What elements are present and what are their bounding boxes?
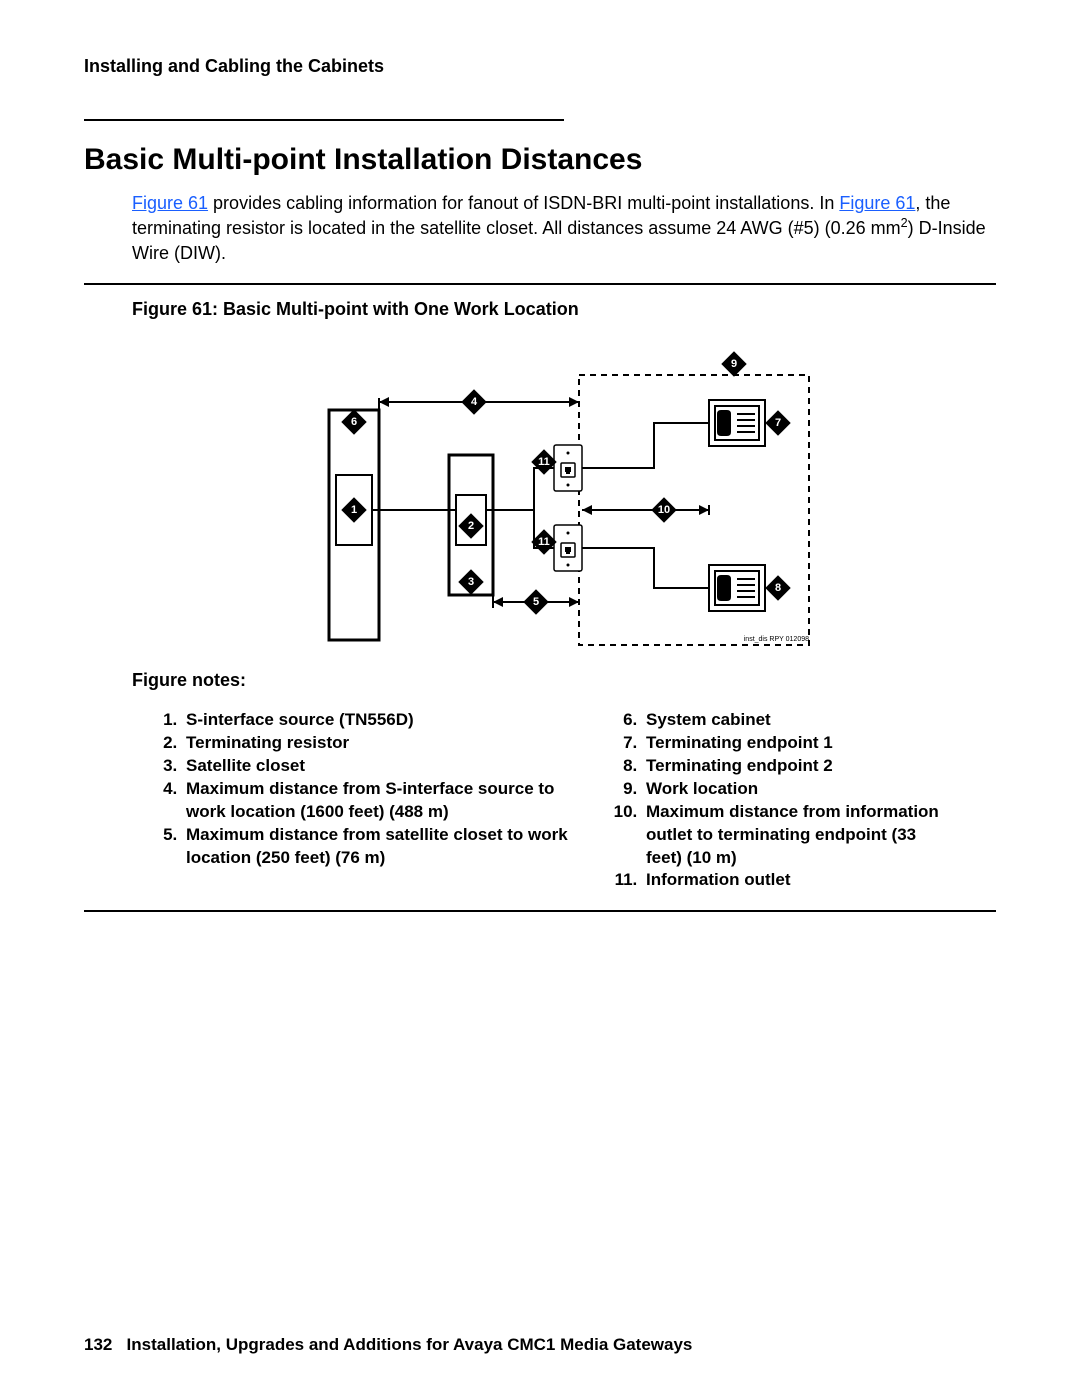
diagram-svg: 6 1 4 2 3 5 11 11 10 9 7 8 inst_dis RPY …	[274, 350, 834, 650]
note-item: System cabinet	[642, 709, 954, 732]
page: Installing and Cabling the Cabinets Basi…	[0, 0, 1080, 1397]
svg-text:4: 4	[471, 396, 478, 408]
callout-8: 8	[765, 575, 790, 600]
long-rule-bottom	[84, 910, 996, 912]
callout-10: 10	[651, 497, 676, 522]
page-number: 132	[84, 1335, 112, 1354]
note-item: Maximum distance from satellite closet t…	[182, 824, 584, 870]
section-title: Basic Multi-point Installation Distances	[84, 143, 996, 177]
svg-text:10: 10	[658, 504, 670, 516]
svg-text:11: 11	[538, 536, 550, 548]
figure-notes-head: Figure notes:	[132, 670, 996, 691]
long-rule-top	[84, 283, 996, 285]
note-item: Terminating endpoint 2	[642, 755, 954, 778]
superscript: 2	[901, 216, 908, 230]
svg-text:5: 5	[533, 596, 539, 608]
note-item: Information outlet	[642, 869, 954, 892]
figure-link[interactable]: Figure 61	[839, 193, 915, 213]
note-item: Satellite closet	[182, 755, 584, 778]
figure-link[interactable]: Figure 61	[132, 193, 208, 213]
callout-5: 5	[523, 589, 548, 614]
footer-title: Installation, Upgrades and Additions for…	[127, 1335, 693, 1354]
outlet-top-icon	[554, 445, 582, 491]
running-head: Installing and Cabling the Cabinets	[84, 56, 996, 77]
svg-text:3: 3	[468, 576, 474, 588]
svg-text:11: 11	[538, 456, 550, 468]
callout-11b: 11	[531, 529, 556, 554]
intro-paragraph: Figure 61 provides cabling information f…	[132, 191, 986, 265]
svg-text:7: 7	[775, 417, 781, 429]
short-rule	[84, 119, 564, 121]
figure-notes: S-interface source (TN556D) Terminating …	[154, 709, 996, 893]
svg-text:9: 9	[731, 358, 737, 370]
figure-credit: inst_dis RPY 012098	[744, 636, 809, 643]
text: provides cabling information for fanout …	[208, 193, 839, 213]
figure-61: 6 1 4 2 3 5 11 11 10 9 7 8 inst_dis RPY …	[274, 350, 834, 650]
note-item: Maximum distance from S-interface source…	[182, 778, 584, 824]
note-item: Terminating endpoint 1	[642, 732, 954, 755]
phone-bottom-icon	[709, 565, 765, 611]
note-item: S-interface source (TN556D)	[182, 709, 584, 732]
notes-left-list: S-interface source (TN556D) Terminating …	[154, 709, 584, 870]
figure-caption: Figure 61: Basic Multi-point with One Wo…	[132, 299, 996, 320]
phone-top-icon	[709, 400, 765, 446]
notes-right-list: System cabinet Terminating endpoint 1 Te…	[614, 709, 954, 893]
svg-text:6: 6	[351, 416, 357, 428]
note-item: Work location	[642, 778, 954, 801]
callout-9: 9	[721, 351, 746, 376]
callout-11a: 11	[531, 449, 556, 474]
callout-7: 7	[765, 410, 790, 435]
note-item: Maximum distance from information outlet…	[642, 801, 954, 870]
svg-text:2: 2	[468, 520, 474, 532]
outlet-bottom-icon	[554, 525, 582, 571]
page-footer: 132 Installation, Upgrades and Additions…	[84, 1335, 692, 1355]
callout-4: 4	[461, 389, 486, 414]
svg-text:8: 8	[775, 582, 781, 594]
svg-text:1: 1	[351, 504, 357, 516]
note-item: Terminating resistor	[182, 732, 584, 755]
